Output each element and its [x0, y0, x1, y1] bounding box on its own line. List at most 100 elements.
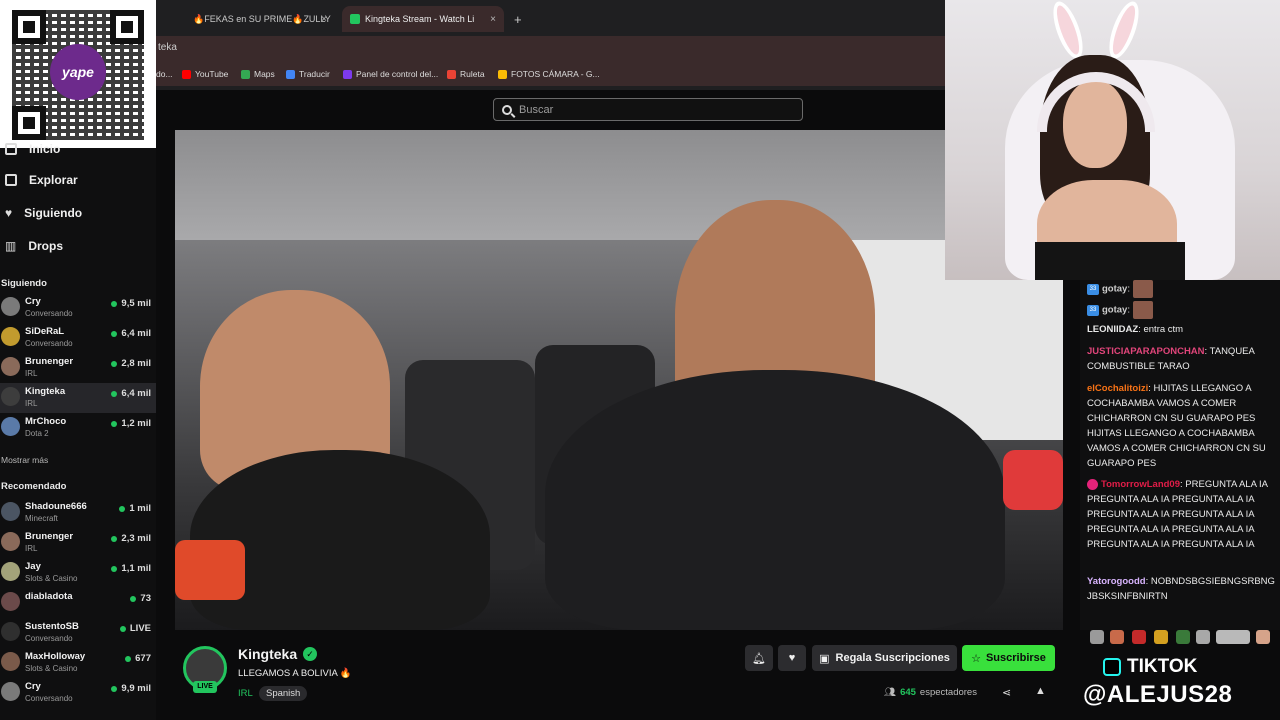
verified-icon: ✓	[303, 647, 317, 661]
search-placeholder: Buscar	[519, 103, 554, 116]
channel-row[interactable]: MaxHolloway Slots & Casino 677	[0, 648, 156, 678]
address-bar[interactable]: teka	[156, 36, 945, 62]
nav-explorar[interactable]: Explorar	[5, 173, 78, 187]
channel-row-category: Conversando	[25, 339, 73, 348]
channel-row-category: Slots & Casino	[25, 664, 78, 673]
emote-icon[interactable]	[1256, 630, 1270, 644]
emote-strip	[1080, 630, 1280, 646]
kick-icon	[350, 14, 360, 24]
emote-image	[1132, 280, 1153, 298]
emote-icon[interactable]	[1154, 630, 1168, 644]
channel-row-viewers: 6,4 mil	[111, 388, 151, 399]
live-dot-icon	[111, 565, 118, 572]
tiktok-icon	[1103, 658, 1121, 676]
bookmark-youtube[interactable]: YouTube	[182, 69, 228, 79]
chat-message: 33 gotay:	[1087, 280, 1279, 298]
avatar	[1, 357, 20, 376]
channel-row-category: Minecraft	[25, 514, 58, 523]
star-icon: ☆	[971, 652, 981, 665]
channel-row[interactable]: Brunenger IRL 2,3 mil	[0, 528, 156, 558]
show-more-link[interactable]: Mostrar más	[1, 455, 48, 465]
bell-icon: 🔔︎	[752, 652, 766, 665]
channel-row-name: SiDeRaL	[25, 326, 65, 337]
subscribe-button[interactable]: ☆ Suscribirse	[962, 645, 1055, 671]
close-tab-icon[interactable]: ×	[490, 14, 496, 25]
notification-button[interactable]: 🔔︎	[745, 645, 773, 671]
emote-icon[interactable]	[1196, 630, 1210, 644]
channel-row-viewers: LIVE	[119, 623, 151, 634]
youtube-icon	[182, 69, 191, 79]
report-icon[interactable]: ▲	[1035, 685, 1046, 697]
channel-row-name: MrChoco	[25, 416, 67, 427]
compass-icon	[5, 174, 17, 186]
channel-row[interactable]: Cry Conversando 9,5 mil	[0, 293, 156, 323]
tiktok-label: TIKTOK	[1103, 656, 1197, 678]
stream-title: LLEGAMOS A BOLIVIA 🔥	[238, 668, 352, 679]
nav-siguiendo[interactable]: ♥ Siguiendo	[5, 206, 82, 220]
channel-row-name: MaxHolloway	[25, 651, 86, 662]
emote-icon[interactable]	[1216, 630, 1250, 644]
live-dot-icon	[111, 330, 118, 337]
category-link[interactable]: IRL	[238, 688, 253, 699]
channel-row[interactable]: Shadoune666 Minecraft 1 mil	[0, 498, 156, 528]
channel-row-viewers: 2,8 mil	[111, 358, 151, 369]
channel-row[interactable]: MrChoco Dota 2 1,2 mil	[0, 413, 156, 443]
tab-fekas[interactable]: 🔥FEKAS en SU PRIME🔥ZULLY ×	[180, 6, 335, 32]
channel-row-viewers: 6,4 mil	[111, 328, 151, 339]
bookmark-ruleta[interactable]: Ruleta	[447, 69, 485, 79]
avatar	[1, 417, 20, 436]
channel-row[interactable]: Brunenger IRL 2,8 mil	[0, 353, 156, 383]
new-tab-button[interactable]: +	[506, 6, 528, 32]
avatar	[1, 532, 20, 551]
channel-row-viewers: 2,3 mil	[111, 533, 151, 544]
avatar	[1, 592, 20, 611]
avatar	[1, 387, 20, 406]
translate-icon	[286, 69, 295, 79]
nav-drops[interactable]: ▥ Drops	[5, 239, 63, 253]
webcam-overlay	[945, 0, 1280, 280]
tab-kingteka[interactable]: Kingteka Stream - Watch Li ×	[342, 6, 504, 32]
gift-subs-button[interactable]: ▣ Regala Suscripciones	[812, 645, 957, 671]
home-icon	[5, 143, 17, 155]
channel-row[interactable]: Kingteka IRL 6,4 mil	[0, 383, 156, 413]
video-player[interactable]	[175, 130, 1063, 630]
search-icon	[502, 104, 512, 115]
channel-row[interactable]: diabladota 73	[0, 588, 156, 618]
chart-icon: ▥	[5, 239, 17, 253]
users-icon: 👥︎	[884, 687, 897, 698]
language-tag[interactable]: Spanish	[259, 686, 308, 701]
channel-name[interactable]: Kingteka	[238, 646, 297, 662]
follow-button[interactable]: ♥	[778, 645, 806, 671]
bookmark-fotos[interactable]: FOTOS CÁMARA - G...	[498, 69, 600, 79]
channel-row[interactable]: Jay Slots & Casino 1,1 mil	[0, 558, 156, 588]
viewer-count: 👥︎ 645 espectadores	[884, 687, 977, 698]
emote-icon[interactable]	[1176, 630, 1190, 644]
share-icon[interactable]: ⋖	[1002, 686, 1011, 699]
bookmark-panel[interactable]: Panel de control del...	[343, 69, 438, 79]
close-tab-icon[interactable]: ×	[321, 14, 327, 25]
live-dot-icon	[111, 390, 118, 397]
channel-row-viewers: 1,1 mil	[111, 563, 151, 574]
chat-panel: 33 gotay: 33 gotay: LEONIIDAZ: entra ctm J…	[1080, 280, 1280, 630]
chat-message: Yatorogoodd: NOBNDSBGSIEBNGSRBNGJBSKSINF…	[1087, 576, 1275, 602]
live-badge: LIVE	[193, 681, 217, 693]
bunny-ear	[1047, 0, 1089, 62]
live-dot-icon	[111, 420, 118, 427]
channel-row[interactable]: SustentoSB Conversando LIVE	[0, 618, 156, 648]
emote-icon[interactable]	[1110, 630, 1124, 644]
search-input[interactable]: Buscar	[493, 98, 803, 121]
channel-row-viewers: 9,5 mil	[111, 298, 151, 309]
channel-row[interactable]: Cry Conversando 9,9 mil	[0, 678, 156, 708]
channel-row[interactable]: SiDeRaL Conversando 6,4 mil	[0, 323, 156, 353]
bookmark-translate[interactable]: Traducir	[286, 69, 330, 79]
emote-icon[interactable]	[1132, 630, 1146, 644]
tab-bar: 🔥FEKAS en SU PRIME🔥ZULLY × Kingteka Stre…	[156, 6, 945, 34]
sub-badge: 33	[1087, 304, 1099, 316]
bookmark-item[interactable]: do...	[156, 69, 173, 79]
nav-inicio[interactable]: Inicio	[5, 142, 60, 156]
live-dot-icon	[111, 300, 118, 307]
emote-icon[interactable]	[1090, 630, 1104, 644]
channel-row-viewers: 1,2 mil	[111, 418, 151, 429]
channel-row-viewers: 1 mil	[119, 503, 151, 514]
bookmark-maps[interactable]: Maps	[241, 69, 275, 79]
